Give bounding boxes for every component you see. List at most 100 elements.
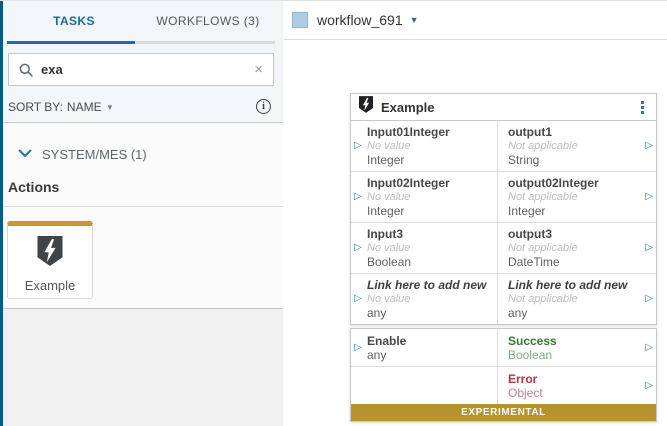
param-type: Integer xyxy=(367,153,493,167)
sidebar-results-panel: SYSTEM/MES (1) Actions Example xyxy=(0,123,283,309)
param-name[interactable]: Success xyxy=(508,334,642,348)
param-value: Not applicable xyxy=(508,292,642,306)
add-new-link[interactable]: Link here to add new xyxy=(508,278,642,292)
tab-underline-active xyxy=(7,41,135,44)
tab-underline-rest xyxy=(135,41,275,44)
tabbar: TASKS WORKFLOWS (3) xyxy=(0,1,283,41)
node-output-cell: ▷ output02Integer Not applicable Integer xyxy=(498,172,656,222)
node-input-cell: ▷ Link here to add new No value any xyxy=(351,274,498,324)
tab-tasks[interactable]: TASKS xyxy=(7,1,141,41)
node-error-cell: ▷ Error Object xyxy=(498,367,656,404)
output-port[interactable]: ▷ xyxy=(645,243,653,253)
chevron-down-icon xyxy=(18,145,32,163)
workflow-title: workflow_691 xyxy=(317,12,403,28)
workflow-dropdown-caret[interactable]: ▼ xyxy=(410,15,419,25)
param-value: Not applicable xyxy=(508,139,642,153)
sidebar-top-panel: TASKS WORKFLOWS (3) × SORT BY: NAME ▾ i xyxy=(0,1,283,123)
app-window: TASKS WORKFLOWS (3) × SORT BY: NAME ▾ i xyxy=(0,0,667,426)
search-icon xyxy=(19,63,33,77)
param-type: any xyxy=(367,348,493,362)
node-output-cell: ▷ output1 Not applicable String xyxy=(498,121,656,171)
workflow-node-example[interactable]: Example ▷ Input01Integer No value Intege… xyxy=(350,93,657,422)
info-icon[interactable]: i xyxy=(256,99,271,114)
node-input-cell: ▷ Input01Integer No value Integer xyxy=(351,121,498,171)
tab-workflows[interactable]: WORKFLOWS (3) xyxy=(141,1,275,41)
workflow-icon xyxy=(292,12,308,28)
node-main-box: Example ▷ Input01Integer No value Intege… xyxy=(350,93,657,325)
input-port[interactable]: ▷ xyxy=(354,243,362,253)
param-name[interactable]: Input3 xyxy=(367,227,493,241)
experimental-banner: EXPERIMENTAL xyxy=(351,404,656,421)
output-port[interactable]: ▷ xyxy=(645,294,653,304)
search-box[interactable]: × xyxy=(8,53,274,86)
task-tile-label: Example xyxy=(25,278,76,293)
param-type: String xyxy=(508,153,642,167)
category-label: SYSTEM/MES (1) xyxy=(42,147,147,162)
node-row-control: ▷ Enable any ▷ Success Boolean xyxy=(351,329,656,366)
task-shield-icon xyxy=(37,236,63,271)
output-port[interactable]: ▷ xyxy=(645,381,653,391)
param-value: Not applicable xyxy=(508,241,642,255)
sidebar: TASKS WORKFLOWS (3) × SORT BY: NAME ▾ i xyxy=(0,1,283,426)
input-port[interactable]: ▷ xyxy=(354,343,362,353)
input-port[interactable]: ▷ xyxy=(354,294,362,304)
param-name[interactable]: Error xyxy=(508,372,642,386)
output-port[interactable]: ▷ xyxy=(645,192,653,202)
param-value: No value xyxy=(367,292,493,306)
tab-underline xyxy=(7,41,275,44)
node-empty-cell xyxy=(351,367,498,404)
node-success-cell: ▷ Success Boolean xyxy=(498,329,656,366)
node-shield-icon xyxy=(359,96,373,118)
sort-by-control[interactable]: SORT BY: NAME ▾ xyxy=(8,100,112,114)
node-menu-icon[interactable] xyxy=(637,99,648,116)
input-port[interactable]: ▷ xyxy=(354,141,362,151)
param-type: Boolean xyxy=(508,348,642,362)
node-enable-cell: ▷ Enable any xyxy=(351,329,498,366)
param-name[interactable]: output02Integer xyxy=(508,176,642,190)
sort-by-value: NAME xyxy=(67,100,102,114)
param-value: No value xyxy=(367,241,493,255)
param-name[interactable]: Input01Integer xyxy=(367,125,493,139)
node-row: ▷ Input02Integer No value Integer ▷ outp… xyxy=(351,171,656,222)
param-name[interactable]: Enable xyxy=(367,334,493,348)
output-port[interactable]: ▷ xyxy=(645,343,653,353)
param-value: No value xyxy=(367,190,493,204)
node-input-cell: ▷ Input3 No value Boolean xyxy=(351,223,498,273)
output-port[interactable]: ▷ xyxy=(645,141,653,151)
param-type: any xyxy=(367,306,493,320)
param-value: Not applicable xyxy=(508,190,642,204)
param-type: DateTime xyxy=(508,255,642,269)
node-row: ▷ Input3 No value Boolean ▷ output3 Not … xyxy=(351,222,656,273)
param-name[interactable]: output3 xyxy=(508,227,642,241)
node-row-add-new: ▷ Link here to add new No value any ▷ Li… xyxy=(351,273,656,324)
search-input[interactable] xyxy=(41,62,244,77)
sort-by-label: SORT BY: xyxy=(8,100,63,114)
canvas-header: workflow_691 ▼ xyxy=(284,1,667,40)
param-type: Integer xyxy=(367,204,493,218)
param-value: No value xyxy=(367,139,493,153)
node-input-cell: ▷ Input02Integer No value Integer xyxy=(351,172,498,222)
actions-heading: Actions xyxy=(8,179,59,195)
param-name[interactable]: output1 xyxy=(508,125,642,139)
node-row-control: ▷ Error Object xyxy=(351,366,656,404)
category-system-mes[interactable]: SYSTEM/MES (1) xyxy=(18,145,147,163)
sidebar-accent-bar xyxy=(0,1,3,426)
search-clear-icon[interactable]: × xyxy=(244,62,273,77)
node-title: Example xyxy=(381,100,637,115)
sort-caret-icon: ▾ xyxy=(108,102,113,113)
sidebar-bottom-panel xyxy=(0,309,283,426)
param-type: any xyxy=(508,306,642,320)
input-port[interactable]: ▷ xyxy=(354,192,362,202)
node-row: ▷ Input01Integer No value Integer ▷ outp… xyxy=(351,121,656,171)
node-output-cell: ▷ output3 Not applicable DateTime xyxy=(498,223,656,273)
param-type: Object xyxy=(508,386,642,400)
actions-divider xyxy=(0,206,283,207)
node-header[interactable]: Example xyxy=(351,94,656,121)
add-new-link[interactable]: Link here to add new xyxy=(367,278,493,292)
node-control-box: ▷ Enable any ▷ Success Boolean ▷ Error xyxy=(350,328,657,422)
param-type: Boolean xyxy=(367,255,493,269)
workflow-canvas[interactable]: workflow_691 ▼ Example ▷ Input01Integer xyxy=(284,1,667,426)
task-tile-example[interactable]: Example xyxy=(7,221,93,299)
param-name[interactable]: Input02Integer xyxy=(367,176,493,190)
param-type: Integer xyxy=(508,204,642,218)
